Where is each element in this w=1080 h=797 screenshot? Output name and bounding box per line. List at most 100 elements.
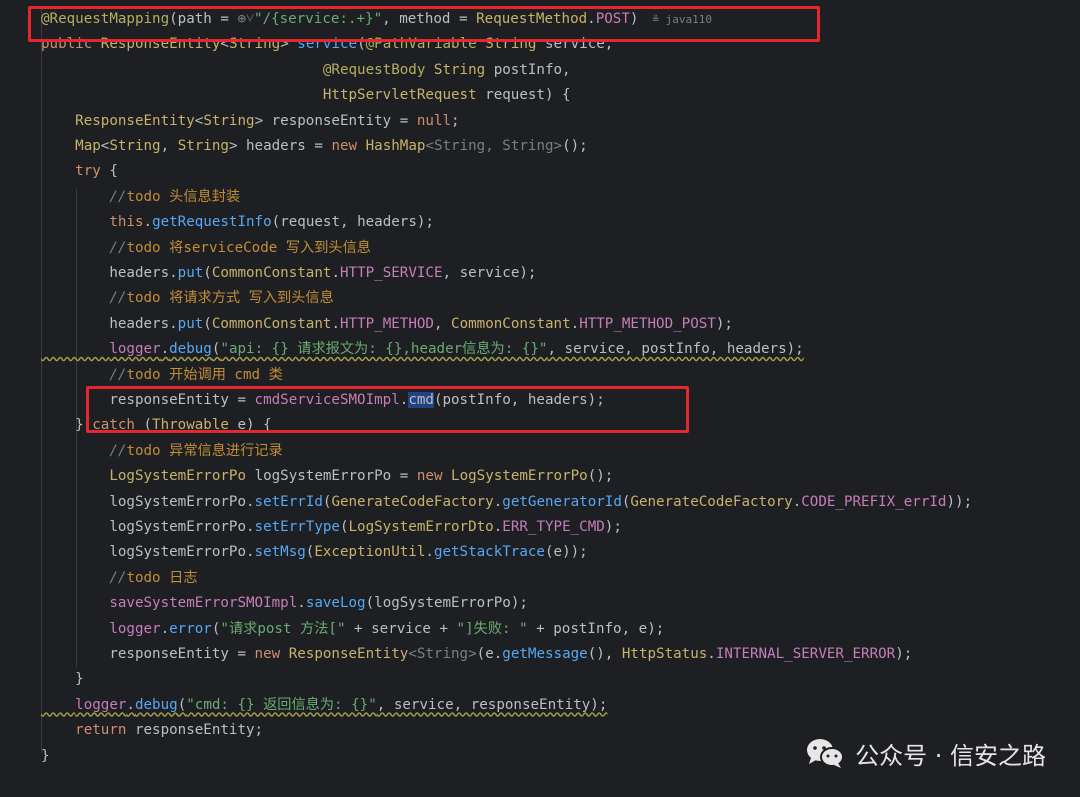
code-text: logSystemErrorPo.setErrId(GenerateCodeFa… — [41, 494, 972, 510]
code-token: CommonConstant — [211, 265, 332, 281]
code-token: > — [280, 36, 298, 53]
code-line[interactable]: responseEntity = new ResponseEntity<Stri… — [41, 642, 912, 667]
code-token: ); — [604, 519, 622, 535]
watermark-text: 公众号 · 信安之路 — [855, 741, 1046, 770]
code-text: //todo 日志 — [41, 570, 197, 586]
code-token: <String> — [408, 646, 477, 662]
code-token: postInfo, — [493, 61, 571, 78]
code-token: error — [169, 620, 212, 637]
code-token: String — [485, 36, 546, 53]
code-line[interactable]: //todo 将serviceCode 写入到头信息 — [41, 236, 371, 261]
code-line[interactable]: this.getRequestInfo(request, headers); — [41, 210, 434, 235]
code-line[interactable]: //todo 开始调用 cmd 类 — [41, 363, 282, 388]
code-line[interactable]: Map<String, String> headers = new HashMa… — [41, 134, 588, 159]
code-token: HttpServletRequest — [322, 87, 486, 104]
code-line[interactable]: saveSystemErrorSMOImpl.saveLog(logSystem… — [41, 591, 528, 616]
author-hint: ≗ java110 — [652, 13, 713, 26]
code-token: , service); — [442, 265, 537, 281]
code-line[interactable]: logger.debug("cmd: {} 返回信息为: {}", servic… — [41, 693, 607, 718]
code-line[interactable]: } — [41, 667, 84, 692]
code-line[interactable]: try { — [41, 159, 118, 184]
code-token: service — [297, 36, 358, 53]
code-token: . — [126, 696, 135, 713]
code-line[interactable]: //todo 将请求方式 写入到头信息 — [41, 286, 333, 311]
code-token: debug — [169, 341, 212, 358]
code-token: LogSystemErrorPo — [109, 468, 255, 485]
code-token: ); — [715, 315, 733, 332]
code-line[interactable]: headers.put(CommonConstant.HTTP_METHOD, … — [41, 312, 733, 337]
code-token: HTTP_SERVICE — [339, 265, 443, 281]
code-line[interactable]: @RequestBody String postInfo, — [41, 58, 571, 83]
code-token: (path = — [169, 11, 238, 27]
code-token: . — [331, 315, 340, 332]
code-text: } catch (Throwable e) { — [41, 417, 271, 434]
code-token: . — [160, 341, 170, 358]
code-token: HttpStatus — [621, 646, 708, 662]
code-line[interactable]: HttpServletRequest request) { — [41, 83, 571, 108]
code-token: + service + — [345, 620, 457, 637]
code-token: HTTP_METHOD — [339, 315, 434, 332]
code-token: )); — [946, 493, 973, 510]
code-token: new — [416, 468, 452, 485]
code-token: ); — [895, 646, 913, 662]
code-text: //todo 将请求方式 写入到头信息 — [41, 290, 333, 307]
code-token: (request, headers); — [271, 214, 434, 231]
code-token: } — [41, 417, 93, 434]
code-text: } — [41, 748, 50, 764]
code-token: String — [109, 138, 161, 154]
code-line[interactable]: logger.debug("api: {} 请求报文为: {},header信息… — [41, 337, 803, 362]
code-line[interactable]: //todo 头信息封装 — [41, 185, 240, 210]
code-text: Map<String, String> headers = new HashMa… — [41, 138, 588, 154]
code-line[interactable]: ResponseEntity<String> responseEntity = … — [41, 109, 459, 134]
code-token: > headers = — [228, 138, 332, 154]
code-token: getMessage — [502, 646, 588, 662]
code-line[interactable]: } — [41, 744, 50, 769]
code-token: logger — [75, 696, 127, 713]
code-token: ( — [143, 417, 153, 434]
code-token: setErrId — [254, 493, 323, 510]
code-token: // — [109, 290, 127, 307]
code-token: . — [297, 595, 306, 612]
code-token: ) — [629, 11, 639, 27]
code-token: getStackTrace — [433, 544, 545, 561]
code-token: headers. — [41, 315, 178, 332]
code-token: } — [41, 747, 50, 764]
code-line[interactable]: return responseEntity; — [41, 718, 263, 743]
code-text: responseEntity = new ResponseEntity<Stri… — [41, 646, 912, 662]
code-line[interactable]: //todo 日志 — [41, 566, 197, 591]
code-token: Throwable — [152, 417, 238, 434]
code-line[interactable]: //todo 异常信息进行记录 — [41, 439, 282, 464]
code-token: ( — [339, 519, 349, 535]
code-token: try — [75, 163, 110, 180]
code-text: return responseEntity; — [41, 722, 263, 738]
code-token: String — [433, 61, 494, 78]
code-token: (logSystemErrorPo); — [365, 595, 528, 612]
code-token: todo 将serviceCode 写入到头信息 — [126, 239, 371, 256]
code-token: todo 头信息封装 — [126, 188, 241, 205]
code-line[interactable]: LogSystemErrorPo logSystemErrorPo = new … — [41, 464, 613, 489]
code-text: headers.put(CommonConstant.HTTP_SERVICE,… — [41, 265, 536, 281]
code-line[interactable]: logSystemErrorPo.setErrType(LogSystemErr… — [41, 515, 622, 540]
code-token: logSystemErrorPo = — [254, 468, 417, 485]
code-token: Map — [75, 138, 101, 154]
code-token: . — [707, 646, 716, 662]
code-line[interactable]: logger.error("请求post 方法[" + service + "]… — [41, 617, 664, 642]
code-token: setErrType — [254, 519, 340, 535]
code-line[interactable]: logSystemErrorPo.setMsg(ExceptionUtil.ge… — [41, 540, 587, 565]
code-line[interactable]: responseEntity = cmdServiceSMOImpl.cmd(p… — [41, 388, 605, 413]
code-line[interactable]: public ResponseEntity<String> service(@P… — [41, 32, 613, 57]
code-line[interactable]: headers.put(CommonConstant.HTTP_SERVICE,… — [41, 261, 536, 286]
code-line[interactable]: } catch (Throwable e) { — [41, 413, 271, 438]
code-line[interactable]: logSystemErrorPo.setErrId(GenerateCodeFa… — [41, 490, 972, 515]
code-text: @RequestMapping(path = ⊕˅"/{service:.+}"… — [41, 11, 638, 27]
code-line[interactable]: @RequestMapping(path = ⊕˅"/{service:.+}"… — [41, 7, 712, 32]
code-token: , method = — [382, 11, 477, 27]
code-token: String — [177, 138, 229, 154]
code-editor[interactable]: @RequestMapping(path = ⊕˅"/{service:.+}"… — [0, 0, 1080, 797]
